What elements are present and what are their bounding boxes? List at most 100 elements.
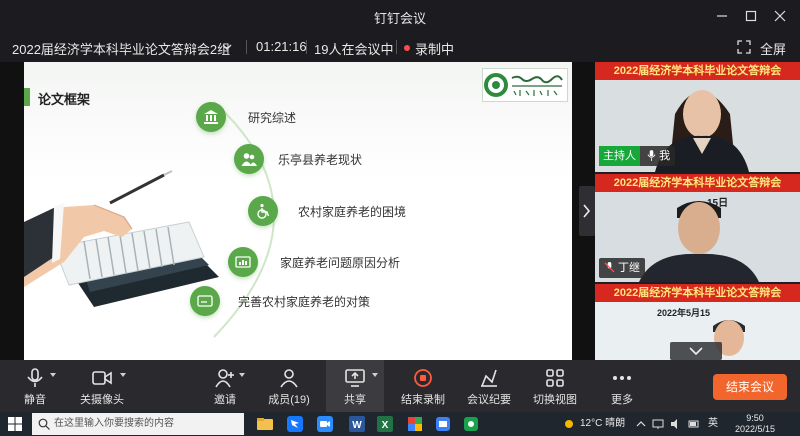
video-banner: 2022届经济学本科毕业论文答辩会 [595,284,800,302]
meeting-info-bar: 2022届经济学本科毕业论文答辩会2组 01:21:16 19人在会议中 录制中… [0,32,800,62]
clock-date: 2022/5/15 [734,424,776,434]
building-icon [196,102,226,132]
window-title: 钉钉会议 [373,11,426,26]
title-bar: 钉钉会议 [0,0,800,32]
file-explorer-icon[interactable] [256,415,274,433]
video-name-tag: 主持人 我 [599,146,676,166]
mic-off-icon [604,262,615,273]
minimize-icon[interactable] [712,6,732,26]
caret-down-icon[interactable] [239,373,245,377]
elapsed-timer: 01:21:16 [256,39,307,54]
scroll-videos-button[interactable] [670,342,722,360]
os-taskbar: 在这里输入你要搜索的内容 W X 12°C 晴朗 英 9:50 2022/5/1… [0,412,800,436]
fullscreen-button[interactable]: 全屏 [760,39,786,58]
mic-icon [647,150,656,161]
chevron-up-icon[interactable] [636,419,646,429]
chevron-right-icon [583,204,591,218]
blue-app-icon[interactable] [434,415,452,433]
network-icon[interactable] [652,418,664,430]
meeting-window: 钉钉会议 2022届经济学本科毕业论文答辩会2组 01:21:16 19人在会议… [0,0,800,436]
item-label: 乐亭县养老现状 [278,153,363,167]
notes-icon [481,369,497,387]
slide-heading-text: 论文框架 [38,92,91,107]
video-tile[interactable]: 2022届经济学本科毕业论文答辩会 15日 丁继 [595,174,800,282]
people-icon [234,144,264,174]
meeting-toolbar: 静音 关摄像头 邀请 成员(19) 共享 结束录制 会议纪要 切换视图 更多 [0,360,800,412]
members-button[interactable]: 成员(19) [266,360,312,412]
word-app-icon[interactable]: W [348,415,366,433]
toolbar-label: 切换视图 [533,394,577,406]
recording-dot-icon [404,45,410,51]
battery-icon[interactable] [688,418,700,430]
video-tile-host[interactable]: 2022届经济学本科毕业论文答辩会 主持人 我 [595,62,800,172]
caret-down-icon[interactable] [120,373,126,377]
windows-start-icon[interactable] [8,417,22,431]
dingtalk-app-icon[interactable] [286,415,304,433]
toolbar-label: 成员(19) [268,394,310,406]
chart-icon [228,247,258,277]
more-button[interactable]: 更多 [602,360,642,412]
presentation-slide: 论文框架 研究综述 乐亭县养老现状 农村家庭养老的困境 家庭养老问题原因分析 完… [24,62,572,360]
share-screen-icon [345,369,365,387]
caret-down-icon[interactable] [50,373,56,377]
fullscreen-icon[interactable] [737,40,751,54]
divider [306,40,307,54]
toolbar-label: 关摄像头 [80,394,124,406]
toolbar-label: 共享 [344,394,366,406]
taskbar-search-input[interactable]: 在这里输入你要搜索的内容 [32,413,244,435]
close-icon[interactable] [770,6,790,26]
participant-video [639,201,759,282]
mute-button[interactable]: 静音 [14,360,56,412]
toolbar-label: 会议纪要 [467,394,511,406]
camera-toggle-button[interactable]: 关摄像头 [74,360,130,412]
stop-record-icon [414,369,432,387]
toolbar-label: 静音 [24,394,46,406]
next-page-button[interactable] [579,186,595,236]
camera-icon [92,371,112,385]
green-app-icon[interactable] [462,415,480,433]
end-meeting-button[interactable]: 结束会议 [713,374,787,400]
wheelchair-icon [248,196,278,226]
recording-status: 录制中 [415,42,455,57]
card-icon [190,286,220,316]
video-participant-name: 我 [659,150,671,162]
toolbar-label: 更多 [611,394,633,406]
mic-icon [27,368,43,387]
volume-icon[interactable] [670,418,682,430]
stop-record-button[interactable]: 结束录制 [400,360,446,412]
university-logo [482,68,568,102]
svg-text:X: X [382,420,389,431]
add-user-icon [215,369,234,388]
colorful-app-icon[interactable] [406,415,424,433]
switch-view-button[interactable]: 切换视图 [532,360,578,412]
item-label: 完善农村家庭养老的对策 [238,295,371,309]
clock-time: 9:50 [746,413,764,423]
caret-down-icon[interactable] [372,373,378,377]
meeting-title: 2022届经济学本科毕业论文答辩会2组 [12,42,231,57]
item-label: 家庭养老问题原因分析 [280,256,401,270]
search-placeholder: 在这里输入你要搜索的内容 [54,418,174,429]
svg-text:W: W [352,420,362,431]
host-badge: 主持人 [599,146,640,166]
taskbar-clock[interactable]: 9:50 2022/5/15 [732,413,778,435]
chevron-down-icon[interactable] [220,40,234,54]
video-participant-name: 丁继 [618,262,640,274]
item-label: 农村家庭养老的困境 [298,205,407,219]
meeting-notes-button[interactable]: 会议纪要 [466,360,512,412]
toolbar-label: 邀请 [214,394,236,406]
divider [396,40,397,54]
input-method-indicator[interactable]: 英 [708,412,718,436]
sun-weather-icon [565,420,573,428]
item-label: 研究综述 [248,111,297,125]
search-icon [38,418,50,430]
maximize-icon[interactable] [741,6,761,26]
divider [246,40,247,54]
shared-screen: 论文框架 研究综述 乐亭县养老现状 农村家庭养老的困境 家庭养老问题原因分析 完… [0,62,595,418]
excel-app-icon[interactable]: X [376,415,394,433]
meeting-app-icon[interactable] [316,415,334,433]
members-icon [280,369,298,388]
weather-text[interactable]: 12°C 晴朗 [580,412,625,436]
invite-button[interactable]: 邀请 [205,360,245,412]
chevron-down-icon [689,347,703,356]
share-button[interactable]: 共享 [326,360,384,412]
